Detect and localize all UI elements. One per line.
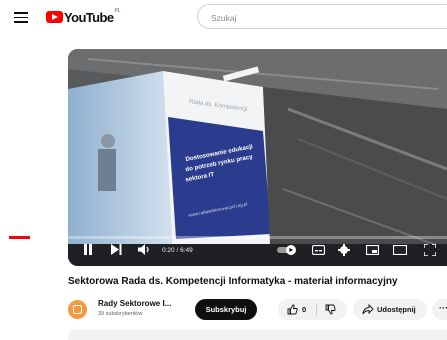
pause-icon[interactable] (83, 244, 93, 255)
subscriber-count: 39 subskrybentów (98, 311, 143, 317)
more-actions-button[interactable]: ··· (432, 299, 447, 320)
fullscreen-icon[interactable] (424, 244, 436, 256)
player-controls: 0:20 / 6:49 (68, 243, 447, 261)
video-frame: Rada ds. Kompetencji Dostosowanie edukac… (68, 49, 447, 266)
video-player[interactable]: Rada ds. Kompetencji Dostosowanie edukac… (68, 49, 447, 266)
video-title: Sektorowa Rada ds. Kompetencji Informaty… (68, 276, 398, 287)
share-arrow-icon (362, 304, 374, 315)
time-current: 0:20 (162, 247, 175, 254)
menu-icon[interactable] (14, 12, 28, 23)
settings-gear-icon[interactable] (338, 244, 350, 256)
like-count[interactable]: 0 (302, 305, 306, 314)
channel-name[interactable]: Rady Sektorowe I... (98, 299, 171, 308)
more-icon: ··· (439, 303, 447, 313)
description-box[interactable] (68, 330, 447, 340)
theater-mode-icon[interactable] (393, 245, 407, 255)
autoplay-toggle-icon[interactable] (277, 245, 297, 255)
next-icon[interactable] (111, 244, 122, 255)
logo-wordmark: YouTube (64, 9, 114, 25)
progress-fill (9, 236, 31, 239)
thumbs-up-icon[interactable] (287, 304, 298, 315)
thumbs-down-icon[interactable] (325, 304, 336, 315)
subscribe-button[interactable]: Subskrybuj (195, 299, 257, 320)
region-code: PL (114, 8, 121, 14)
like-separator (316, 303, 317, 316)
progress-bar[interactable] (9, 236, 447, 239)
share-button[interactable]: Udostępnij (353, 299, 427, 320)
time-total: 6:49 (180, 247, 193, 254)
time-display: 0:20 / 6:49 (162, 246, 193, 255)
youtube-logo[interactable]: YouTube PL (46, 8, 121, 25)
channel-avatar[interactable] (68, 300, 87, 319)
volume-icon[interactable] (138, 244, 151, 255)
like-dislike-group: 0 (278, 299, 347, 320)
youtube-play-icon (46, 11, 63, 23)
search-placeholder: Szukaj (211, 13, 237, 23)
share-label: Udostępnij (377, 305, 416, 314)
subtitles-icon[interactable] (312, 245, 325, 255)
miniplayer-icon[interactable] (366, 245, 379, 255)
search-input[interactable]: Szukaj (197, 4, 447, 29)
